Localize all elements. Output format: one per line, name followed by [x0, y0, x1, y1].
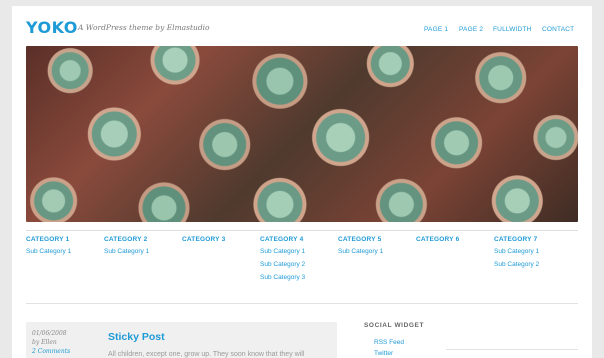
- widget-title: SOCIAL WIDGET: [364, 322, 425, 329]
- subcategory-link[interactable]: Sub Category 2: [260, 261, 336, 268]
- category-link[interactable]: CATEGORY 5: [338, 236, 414, 243]
- category-column: CATEGORY 7 Sub Category 1 Sub Category 2: [494, 236, 570, 274]
- category-menu: CATEGORY 1 Sub Category 1 CATEGORY 2 Sub…: [26, 236, 578, 296]
- subcategory-link[interactable]: Sub Category 1: [26, 248, 102, 255]
- category-link[interactable]: CATEGORY 1: [26, 236, 102, 243]
- post-date: 01/06/2008: [32, 330, 67, 337]
- subcategory-link[interactable]: Sub Category 1: [338, 248, 414, 255]
- category-link[interactable]: CATEGORY 3: [182, 236, 258, 243]
- rss-feed-link[interactable]: RSS Feed: [374, 339, 404, 346]
- category-link[interactable]: CATEGORY 6: [416, 236, 492, 243]
- divider: [26, 303, 578, 304]
- post-author: by Ellen: [32, 339, 57, 346]
- divider: [446, 349, 578, 350]
- category-column: CATEGORY 4 Sub Category 1 Sub Category 2…: [260, 236, 336, 287]
- category-link[interactable]: CATEGORY 4: [260, 236, 336, 243]
- subcategory-link[interactable]: Sub Category 3: [260, 274, 336, 281]
- subcategory-link[interactable]: Sub Category 1: [104, 248, 180, 255]
- post-excerpt: All children, except one, grow up. They …: [108, 351, 305, 358]
- nav-page-2[interactable]: PAGE 2: [459, 26, 483, 33]
- subcategory-link[interactable]: Sub Category 2: [494, 261, 570, 268]
- sticky-post: 01/06/2008 by Ellen 2 Comments Sticky Po…: [26, 322, 337, 358]
- header-image: [26, 46, 578, 222]
- main-nav: PAGE 1 PAGE 2 FULLWIDTH CONTACT: [12, 26, 592, 36]
- category-column: CATEGORY 5 Sub Category 1: [338, 236, 414, 261]
- post-comments-link[interactable]: 2 Comments: [32, 347, 96, 356]
- category-link[interactable]: CATEGORY 7: [494, 236, 570, 243]
- social-widget: SOCIAL WIDGET RSS Feed Twitter: [364, 322, 578, 357]
- subcategory-link[interactable]: Sub Category 1: [494, 248, 570, 255]
- category-column: CATEGORY 3: [182, 236, 258, 248]
- post-title[interactable]: Sticky Post: [108, 331, 165, 343]
- post-meta: 01/06/2008 by Ellen 2 Comments: [32, 329, 96, 356]
- divider: [26, 230, 578, 231]
- twitter-link[interactable]: Twitter: [374, 350, 404, 357]
- category-column: CATEGORY 1 Sub Category 1: [26, 236, 102, 261]
- page: YOKO A WordPress theme by Elmastudio PAG…: [12, 6, 592, 358]
- nav-contact[interactable]: CONTACT: [542, 26, 574, 33]
- subcategory-link[interactable]: Sub Category 1: [260, 248, 336, 255]
- category-column: CATEGORY 6: [416, 236, 492, 248]
- category-link[interactable]: CATEGORY 2: [104, 236, 180, 243]
- nav-page-1[interactable]: PAGE 1: [424, 26, 448, 33]
- nav-fullwidth[interactable]: FULLWIDTH: [493, 26, 532, 33]
- social-links: RSS Feed Twitter: [374, 339, 404, 358]
- category-column: CATEGORY 2 Sub Category 1: [104, 236, 180, 261]
